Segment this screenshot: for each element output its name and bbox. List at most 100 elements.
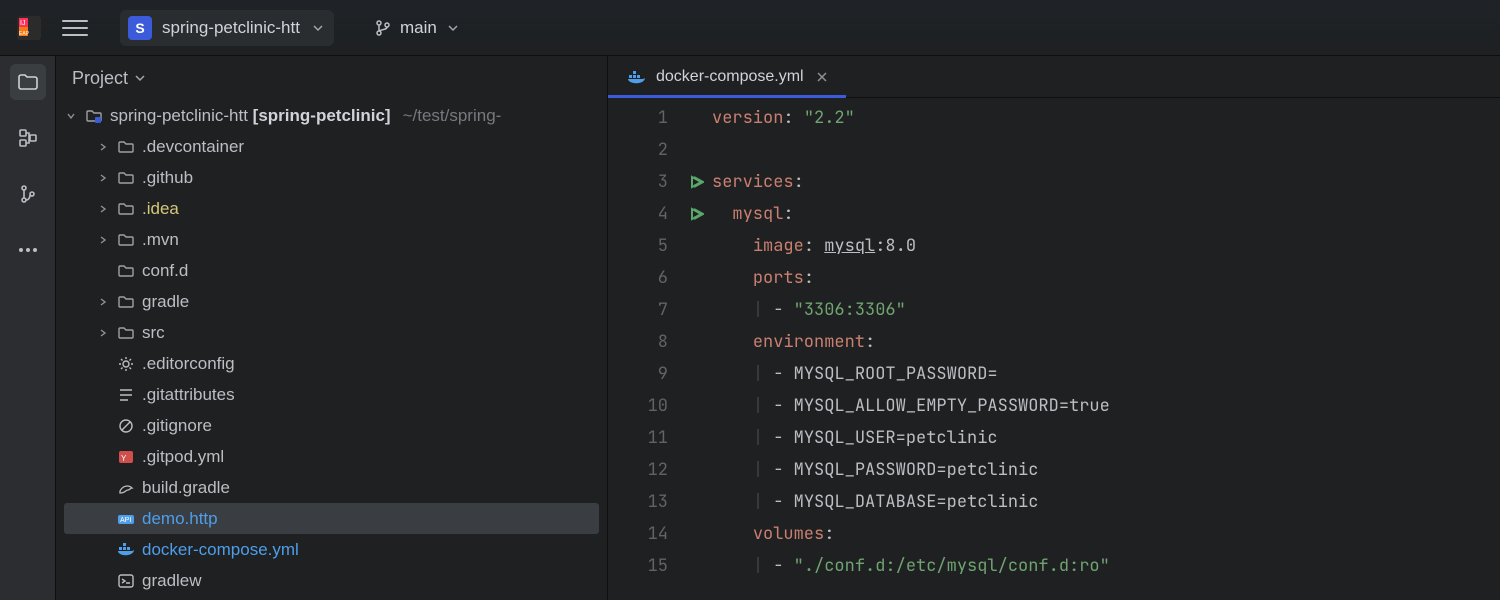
tree-item-label: spring-petclinic-htt [spring-petclinic] <box>110 100 391 131</box>
run-gutter-cell <box>680 326 712 358</box>
project-tool-button[interactable] <box>10 64 46 100</box>
api-icon: API <box>116 510 136 528</box>
code-line[interactable]: | - MYSQL_ALLOW_EMPTY_PASSWORD=true <box>712 390 1500 422</box>
tree-item[interactable]: docker-compose.yml <box>64 534 599 565</box>
code-line[interactable]: | - MYSQL_PASSWORD=petclinic <box>712 454 1500 486</box>
line-number: 8 <box>608 326 668 358</box>
tree-item-label: src <box>142 317 165 348</box>
code-line[interactable]: | - "3306:3306" <box>712 294 1500 326</box>
code-line[interactable]: | - "./conf.d:/etc/mysql/conf.d:ro" <box>712 550 1500 582</box>
vcs-tool-button[interactable] <box>10 176 46 212</box>
chevron-down-icon <box>447 22 459 34</box>
run-icon[interactable] <box>688 206 704 222</box>
tree-item[interactable]: .mvn <box>64 224 599 255</box>
run-gutter-cell <box>680 262 712 294</box>
branch-name-label: main <box>400 18 437 38</box>
tree-item-label: docker-compose.yml <box>142 534 299 565</box>
line-number: 6 <box>608 262 668 294</box>
code-line[interactable]: environment: <box>712 326 1500 358</box>
run-gutter-cell[interactable] <box>680 166 712 198</box>
tree-item[interactable]: API demo.http <box>64 503 599 534</box>
code-line[interactable]: | - MYSQL_USER=petclinic <box>712 422 1500 454</box>
code-line[interactable]: | - MYSQL_ROOT_PASSWORD= <box>712 358 1500 390</box>
run-gutter-cell <box>680 390 712 422</box>
run-gutter-cell[interactable] <box>680 198 712 230</box>
line-number: 14 <box>608 518 668 550</box>
tree-item-label: conf.d <box>142 255 188 286</box>
tree-item[interactable]: .github <box>64 162 599 193</box>
project-tree[interactable]: spring-petclinic-htt [spring-petclinic] … <box>56 100 607 600</box>
run-marker-gutter <box>680 98 712 600</box>
code-content[interactable]: version: "2.2" services: mysql: image: my… <box>712 98 1500 600</box>
svg-text:EAP: EAP <box>19 31 30 37</box>
code-line[interactable]: mysql: <box>712 198 1500 230</box>
run-gutter-cell <box>680 550 712 582</box>
run-gutter-cell <box>680 486 712 518</box>
tree-item-label: .gitattributes <box>142 379 235 410</box>
tree-item[interactable]: gradle <box>64 286 599 317</box>
folder-icon <box>116 169 136 187</box>
tree-item[interactable]: conf.d <box>64 255 599 286</box>
tree-item-label: .devcontainer <box>142 131 244 162</box>
editor-tab[interactable]: docker-compose.yml <box>608 56 846 97</box>
expand-arrow-icon[interactable] <box>96 328 110 338</box>
docker-icon <box>628 70 646 84</box>
run-gutter-cell <box>680 358 712 390</box>
title-bar: IJEAP S spring-petclinic-htt main <box>0 0 1500 56</box>
code-line[interactable]: | - MYSQL_DATABASE=petclinic <box>712 486 1500 518</box>
main-menu-button[interactable] <box>62 15 88 41</box>
expand-arrow-icon[interactable] <box>96 142 110 152</box>
tree-item-label: gradlew <box>142 565 202 596</box>
chevron-down-icon[interactable] <box>64 111 78 121</box>
tree-item-label: .editorconfig <box>142 348 235 379</box>
left-tool-strip <box>0 56 56 600</box>
project-selector[interactable]: S spring-petclinic-htt <box>120 10 334 46</box>
tree-item[interactable]: Y .gitpod.yml <box>64 441 599 472</box>
tree-item-label: .gitignore <box>142 410 212 441</box>
expand-arrow-icon[interactable] <box>96 297 110 307</box>
code-line[interactable]: ports: <box>712 262 1500 294</box>
structure-tool-button[interactable] <box>10 120 46 156</box>
tree-item[interactable]: .idea <box>64 193 599 224</box>
tree-item-label: gradle <box>142 286 189 317</box>
tree-item[interactable]: build.gradle <box>64 472 599 503</box>
code-line[interactable]: version: "2.2" <box>712 102 1500 134</box>
project-panel-title: Project <box>72 68 128 89</box>
folder-icon <box>116 231 136 249</box>
expand-arrow-icon[interactable] <box>96 235 110 245</box>
slash-icon <box>116 417 136 435</box>
folder-icon <box>116 138 136 156</box>
tree-item[interactable]: .editorconfig <box>64 348 599 379</box>
run-gutter-cell <box>680 454 712 486</box>
tree-root[interactable]: spring-petclinic-htt [spring-petclinic] … <box>56 100 607 131</box>
expand-arrow-icon[interactable] <box>96 204 110 214</box>
tree-item[interactable]: .gitattributes <box>64 379 599 410</box>
tree-item[interactable]: src <box>64 317 599 348</box>
project-panel-header[interactable]: Project <box>56 56 607 100</box>
yml-icon: Y <box>116 448 136 466</box>
vcs-branch-selector[interactable]: main <box>368 14 465 42</box>
branch-icon <box>374 19 392 37</box>
code-line[interactable]: image: mysql:8.0 <box>712 230 1500 262</box>
folder-icon <box>116 324 136 342</box>
gear-icon <box>116 355 136 373</box>
tree-item[interactable]: gradlew <box>64 565 599 596</box>
tree-item[interactable]: .gitignore <box>64 410 599 441</box>
editor-area: docker-compose.yml 123456789101112131415… <box>608 56 1500 600</box>
tree-item[interactable]: .devcontainer <box>64 131 599 162</box>
code-line[interactable]: volumes: <box>712 518 1500 550</box>
expand-arrow-icon[interactable] <box>96 173 110 183</box>
more-tools-button[interactable] <box>10 232 46 268</box>
close-icon[interactable] <box>814 69 830 85</box>
tree-item-label: .github <box>142 162 193 193</box>
line-number-gutter: 123456789101112131415 <box>608 98 680 600</box>
editor-tabs: docker-compose.yml <box>608 56 1500 98</box>
more-icon <box>19 248 37 252</box>
line-number: 12 <box>608 454 668 486</box>
code-line[interactable] <box>712 134 1500 166</box>
code-line[interactable]: services: <box>712 166 1500 198</box>
docker-icon <box>116 541 136 559</box>
line-number: 10 <box>608 390 668 422</box>
run-icon[interactable] <box>688 174 704 190</box>
code-editor[interactable]: 123456789101112131415 version: "2.2" serv… <box>608 98 1500 600</box>
